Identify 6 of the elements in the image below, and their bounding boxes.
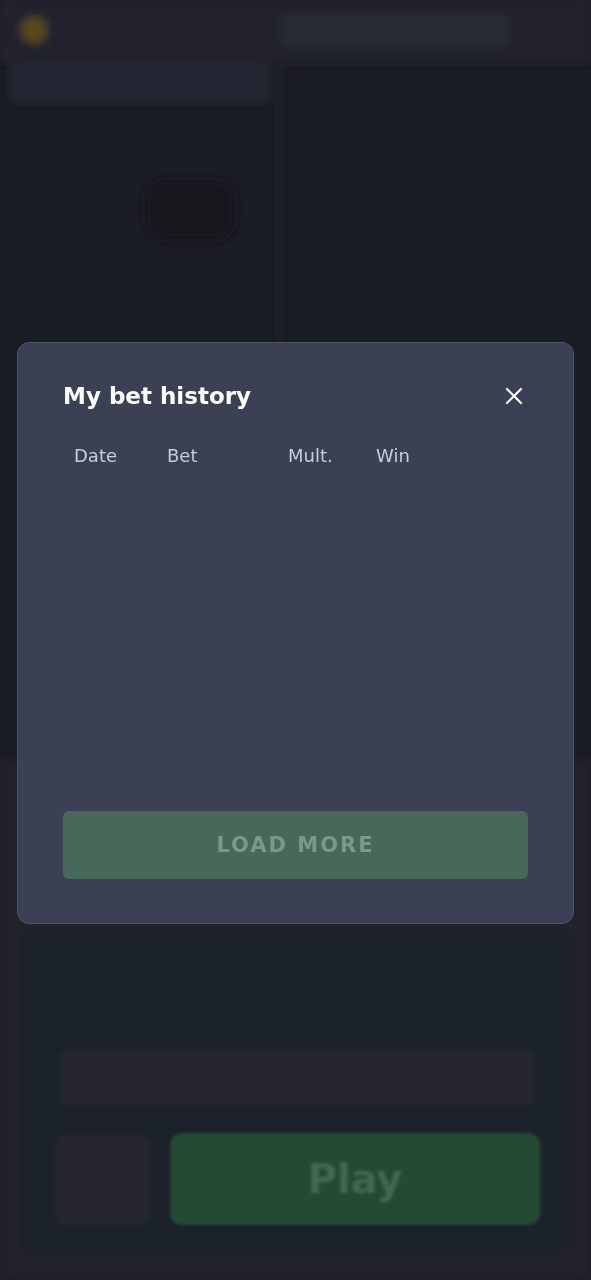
- column-header: Bet: [167, 445, 199, 466]
- column-header: Win: [376, 445, 410, 466]
- dialog-title: My bet history: [63, 383, 252, 409]
- column-header: Mult.: [288, 445, 334, 466]
- close-icon[interactable]: [504, 386, 524, 406]
- column-header: Date: [74, 445, 119, 466]
